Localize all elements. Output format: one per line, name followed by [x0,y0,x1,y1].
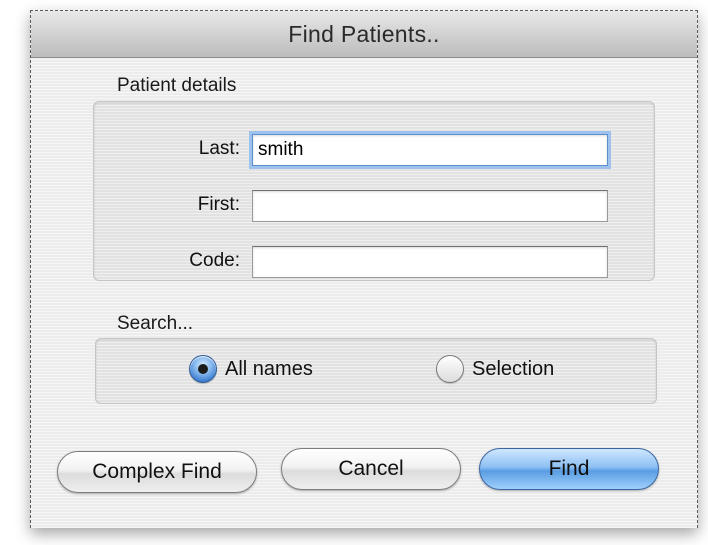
complex-find-button[interactable]: Complex Find [57,451,257,493]
radio-selection[interactable]: Selection [436,355,554,383]
last-name-label: Last: [198,138,240,159]
find-patients-dialog: Find Patients.. Patient details Last: Fi… [30,10,698,528]
dialog-title: Find Patients.. [288,20,440,47]
patient-details-label: Patient details [117,75,237,96]
first-name-label: First: [197,194,240,215]
radio-all-names-indicator[interactable] [189,355,217,383]
radio-all-names[interactable]: All names [189,355,313,383]
code-field[interactable] [252,246,608,278]
radio-selection-label: Selection [472,357,555,380]
search-label: Search... [117,313,194,334]
radio-all-names-label: All names [225,357,313,380]
radio-selection-indicator[interactable] [436,355,464,383]
search-group: All names Selection [95,338,657,404]
dialog-titlebar[interactable]: Find Patients.. [31,11,697,58]
patient-details-group: Last: First: Code: [93,101,655,281]
cancel-button[interactable]: Cancel [281,448,461,490]
first-name-field[interactable] [252,190,608,222]
radio-selected-dot [198,364,208,374]
code-label: Code: [189,250,240,271]
last-name-field[interactable] [252,134,608,166]
find-button[interactable]: Find [479,448,659,490]
